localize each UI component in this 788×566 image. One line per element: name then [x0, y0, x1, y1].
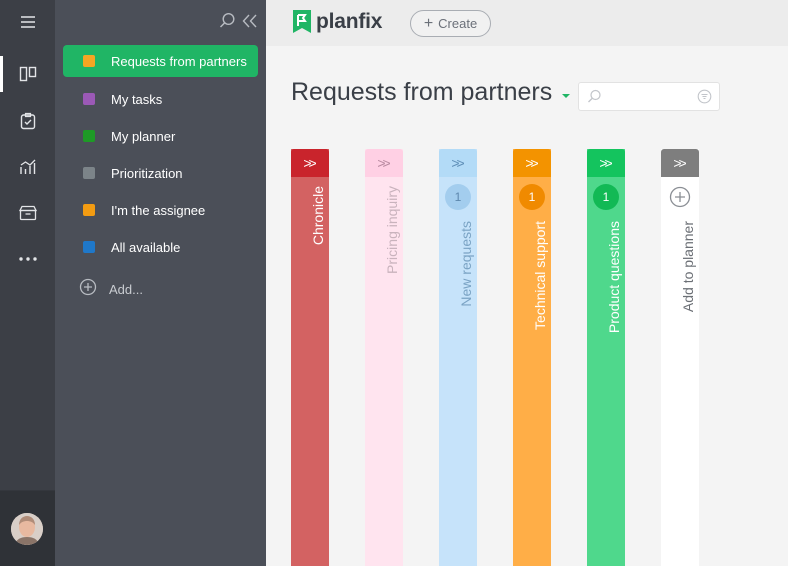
plus-circle-icon[interactable] — [669, 186, 691, 213]
count-badge: 1 — [519, 184, 545, 210]
planfix-logo-icon — [293, 10, 311, 33]
menu-icon[interactable] — [0, 4, 55, 40]
search-box — [578, 82, 720, 111]
column-title: Chronicle — [310, 186, 326, 246]
sidebar-tools — [219, 12, 258, 34]
column-header[interactable]: >> — [513, 149, 551, 177]
sidebar-item-label: Requests from partners — [111, 53, 247, 69]
planner-icon[interactable] — [0, 56, 55, 92]
avatar[interactable] — [11, 513, 43, 545]
count-badge: 1 — [445, 184, 471, 210]
page-title[interactable]: Requests from partners — [291, 78, 552, 107]
create-button[interactable]: + Create — [410, 10, 491, 37]
double-chevron-right-icon: >> — [377, 155, 390, 171]
color-dot — [83, 130, 95, 142]
double-chevron-right-icon: >> — [673, 155, 686, 171]
column-product-questions[interactable]: >> 1 Product questions — [587, 149, 625, 566]
analytics-icon[interactable] — [0, 149, 55, 185]
add-planner-label: Add... — [109, 281, 143, 297]
search-icon[interactable] — [219, 12, 236, 34]
search-input[interactable] — [605, 87, 689, 107]
column-title: New requests — [458, 221, 474, 307]
column-header[interactable]: >> — [291, 149, 329, 177]
logo[interactable]: planfix — [292, 10, 382, 34]
sidebar-item-label: Prioritization — [111, 165, 183, 181]
column-chronicle[interactable]: >> Chronicle — [291, 149, 329, 566]
double-chevron-right-icon: >> — [599, 155, 612, 171]
collapse-sidebar-icon[interactable] — [242, 14, 258, 33]
color-dot — [83, 55, 95, 67]
column-add-to-planner[interactable]: >> Add to planner — [661, 149, 699, 566]
sidebar-item-label: I'm the assignee — [111, 202, 206, 218]
search-icon — [587, 89, 602, 109]
column-technical-support[interactable]: >> 1 Technical support — [513, 149, 551, 566]
column-title: Add to planner — [680, 221, 696, 313]
archive-icon[interactable] — [0, 195, 55, 231]
more-icon[interactable] — [0, 241, 55, 277]
column-header[interactable]: >> — [587, 149, 625, 177]
sidebar-item-prioritization[interactable]: Prioritization — [63, 157, 258, 189]
sidebar-item-label: My planner — [111, 128, 176, 144]
brand-name: planfix — [316, 10, 383, 33]
sidebar-item-im-the-assignee[interactable]: I'm the assignee — [63, 194, 258, 226]
color-dot — [83, 93, 95, 105]
sidebar: Requests from partners My tasks My plann… — [55, 0, 266, 566]
double-chevron-right-icon: >> — [451, 155, 464, 171]
left-rail — [0, 0, 55, 566]
color-dot — [83, 204, 95, 216]
sidebar-item-my-tasks[interactable]: My tasks — [63, 83, 258, 115]
double-chevron-right-icon: >> — [303, 155, 316, 171]
color-dot — [83, 241, 95, 253]
add-planner-button[interactable]: Add... — [79, 278, 143, 300]
column-title: Pricing inquiry — [384, 186, 400, 274]
chevron-down-icon[interactable] — [562, 94, 570, 98]
count-badge: 1 — [593, 184, 619, 210]
sidebar-item-label: My tasks — [111, 91, 163, 107]
plus-circle-icon — [79, 278, 97, 301]
top-bar: planfix + Create — [266, 0, 788, 46]
column-header[interactable]: >> — [661, 149, 699, 177]
filter-icon[interactable] — [697, 89, 712, 109]
column-pricing-inquiry[interactable]: >> Pricing inquiry — [365, 149, 403, 566]
tasks-icon[interactable] — [0, 103, 55, 139]
column-header[interactable]: >> — [365, 149, 403, 177]
column-title: Technical support — [532, 221, 548, 330]
create-label: Create — [438, 16, 478, 31]
sidebar-item-label: All available — [111, 239, 181, 255]
sidebar-item-requests-from-partners[interactable]: Requests from partners — [63, 45, 258, 77]
plus-icon: + — [423, 14, 434, 32]
color-dot — [83, 167, 95, 179]
column-header[interactable]: >> — [439, 149, 477, 177]
sidebar-item-all-available[interactable]: All available — [63, 231, 258, 263]
rail-bottom — [0, 490, 55, 566]
double-chevron-right-icon: >> — [525, 155, 538, 171]
column-new-requests[interactable]: >> 1 New requests — [439, 149, 477, 566]
sidebar-item-my-planner[interactable]: My planner — [63, 120, 258, 152]
column-title: Product questions — [606, 221, 622, 334]
